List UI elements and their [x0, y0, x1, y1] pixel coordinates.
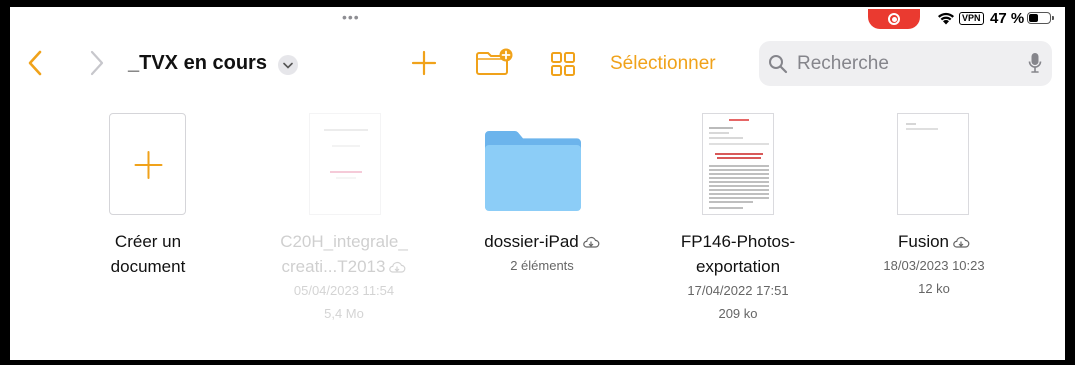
chevron-down-icon: [283, 62, 293, 69]
document-preview-icon: [324, 129, 368, 179]
microphone-icon[interactable]: [1028, 52, 1042, 74]
files-app-window: ••• VPN 47 % _TVX en cours Sélectionner: [10, 7, 1065, 360]
item-name-line2: document: [110, 257, 186, 276]
file-item-c20h[interactable]: C20H_integrale_ creati...T2013 05/04/202…: [264, 113, 424, 325]
select-button[interactable]: Sélectionner: [610, 53, 716, 75]
search-input[interactable]: [795, 50, 1019, 78]
item-date: 05/04/2023 11:54: [293, 283, 395, 298]
item-name: dossier-iPad: [484, 232, 579, 251]
screen-recording-indicator[interactable]: [868, 9, 920, 29]
item-date: 17/04/2022 17:51: [687, 283, 789, 298]
file-item-fp146[interactable]: FP146-Photos- exportation 17/04/2022 17:…: [658, 113, 818, 325]
document-preview-icon: [709, 119, 769, 209]
item-name-line1: FP146-Photos-: [680, 232, 796, 251]
file-item-fusion[interactable]: Fusion 18/03/2023 10:23 12 ko: [854, 113, 1014, 300]
cloud-download-icon[interactable]: [388, 261, 406, 275]
item-name: Fusion: [897, 232, 950, 251]
document-thumbnail[interactable]: [702, 113, 774, 215]
item-name-line2: creati...T2013: [281, 257, 386, 276]
document-preview-icon: [906, 123, 938, 130]
vpn-badge: VPN: [959, 12, 984, 25]
grid-view-button[interactable]: [550, 51, 576, 77]
add-button[interactable]: [410, 49, 438, 77]
item-size: 209 ko: [718, 306, 758, 321]
back-button[interactable]: [26, 49, 44, 77]
item-name-row: dossier-iPad: [462, 229, 622, 254]
create-document-item[interactable]: Créer un document: [68, 113, 228, 279]
new-folder-button[interactable]: [474, 47, 514, 79]
item-size: 12 ko: [918, 281, 950, 296]
item-date: 18/03/2023 10:23: [883, 258, 985, 273]
multitasking-dots[interactable]: •••: [342, 10, 360, 24]
folder-icon[interactable]: [481, 131, 585, 215]
plus-icon: [134, 151, 163, 179]
folder-title[interactable]: _TVX en cours: [128, 52, 267, 75]
item-size: 5,4 Mo: [324, 306, 364, 321]
search-field[interactable]: [759, 41, 1052, 86]
title-menu-button[interactable]: [278, 55, 298, 75]
forward-button[interactable]: [88, 49, 106, 77]
item-name-line1: Créer un: [114, 232, 182, 251]
folder-item-dossier-ipad[interactable]: dossier-iPad 2 éléments: [462, 113, 622, 277]
document-thumbnail[interactable]: [309, 113, 381, 215]
document-thumbnail[interactable]: [897, 113, 969, 215]
item-element-count: 2 éléments: [510, 258, 574, 273]
item-name-line2-row: creati...T2013: [264, 254, 424, 279]
battery-percentage: 47 %: [990, 10, 1025, 27]
item-name-line2: exportation: [695, 257, 781, 276]
cloud-download-icon[interactable]: [952, 236, 970, 250]
wifi-icon: [938, 12, 954, 25]
search-icon: [769, 55, 788, 74]
item-name-row: Fusion: [854, 229, 1014, 254]
cloud-download-icon[interactable]: [582, 236, 600, 250]
battery-icon: [1027, 12, 1054, 24]
create-document-thumbnail[interactable]: [109, 113, 186, 215]
item-name-line1: C20H_integrale_: [280, 232, 408, 251]
screen-recording-icon: [888, 13, 900, 25]
